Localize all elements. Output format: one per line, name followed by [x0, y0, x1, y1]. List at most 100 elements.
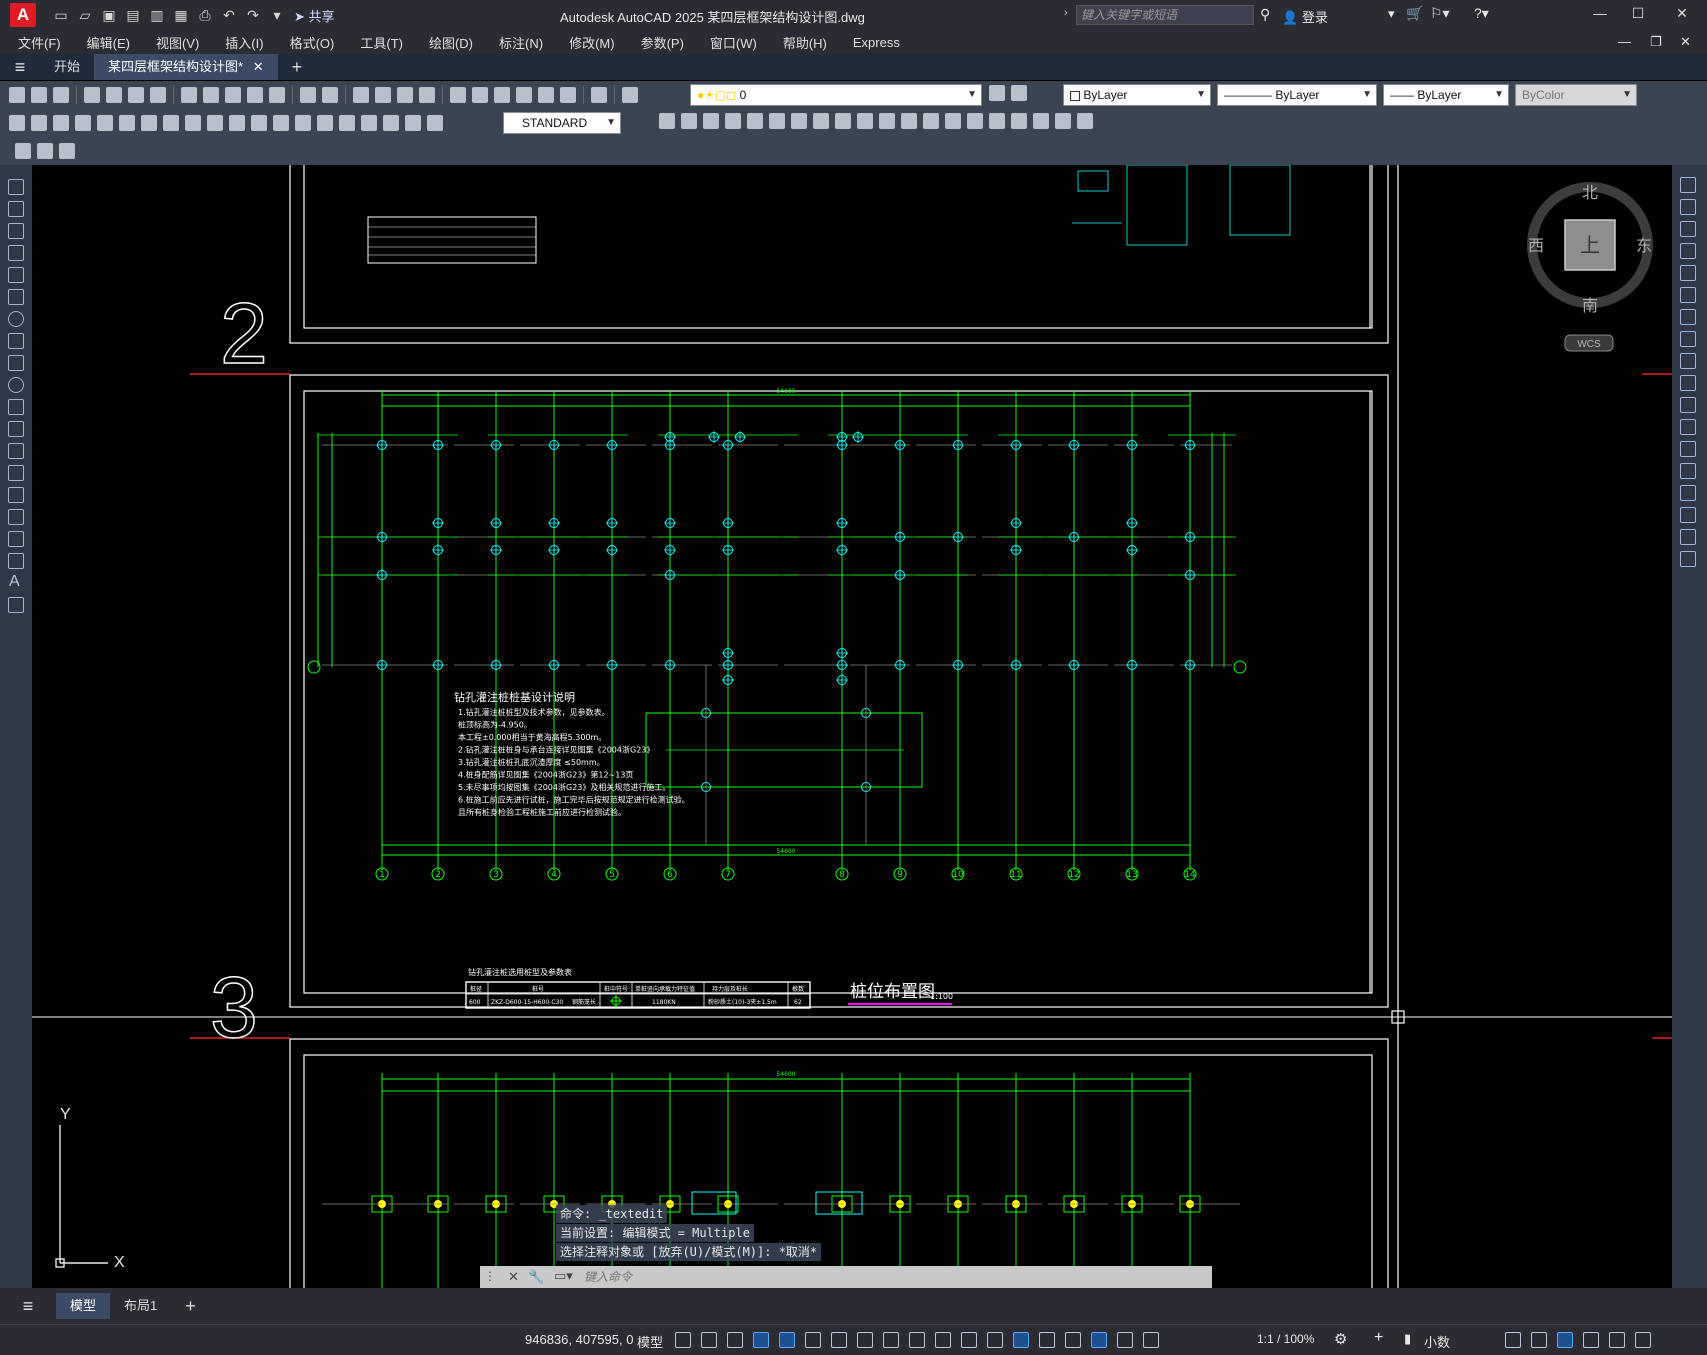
help-search-input[interactable]: 键入关键字或短语	[1076, 5, 1254, 25]
stretch-tool-icon[interactable]	[1680, 353, 1696, 369]
blend-icon[interactable]	[1680, 529, 1696, 545]
doc-restore-icon[interactable]: ❐	[1650, 34, 1662, 50]
dynamic-ucs-icon[interactable]	[1013, 1332, 1029, 1348]
customization-icon[interactable]	[1635, 1332, 1651, 1348]
calculator-icon[interactable]	[560, 87, 576, 103]
new-file-icon[interactable]: ▭	[52, 6, 70, 24]
command-line[interactable]: ⋮ ✕ 🔧 ▭▾	[480, 1266, 1212, 1288]
quick-dim-icon[interactable]	[185, 115, 201, 131]
recent-commands-icon[interactable]: ▭▾	[554, 1268, 573, 1284]
share-button[interactable]: ➤ 共享	[294, 6, 335, 25]
radius-dim-icon[interactable]	[97, 115, 113, 131]
login-button[interactable]: 👤 登录	[1282, 7, 1328, 26]
inspection-icon[interactable]	[339, 115, 355, 131]
break-tool-icon[interactable]	[1680, 441, 1696, 457]
dim-text-edit-icon[interactable]	[405, 115, 421, 131]
gradient-icon[interactable]	[8, 509, 24, 525]
plot-icon[interactable]	[84, 87, 100, 103]
stretch-icon[interactable]	[835, 113, 851, 129]
customize-icon[interactable]: 🔧	[528, 1269, 544, 1285]
scale-tool-icon[interactable]	[1680, 331, 1696, 347]
draworder-icon[interactable]	[1011, 113, 1027, 129]
region-icon[interactable]	[8, 531, 24, 547]
menu-dimension[interactable]: 标注(N)	[499, 33, 543, 52]
save-as-icon[interactable]: ▤	[124, 6, 142, 24]
maximize-icon[interactable]: ☐	[1628, 5, 1648, 22]
make-block-icon[interactable]	[8, 443, 24, 459]
file-tabs-menu-icon[interactable]: ≡	[0, 57, 40, 78]
polyline-icon[interactable]	[8, 223, 24, 239]
tab-model[interactable]: 模型	[56, 1293, 111, 1319]
aligned-dim-icon[interactable]	[31, 115, 47, 131]
plot-icon[interactable]: ⎙	[196, 6, 214, 24]
construction-line-icon[interactable]	[8, 201, 24, 217]
publish-icon[interactable]: ▥	[148, 6, 166, 24]
explode-tool-icon[interactable]	[1680, 551, 1696, 567]
open-icon[interactable]	[31, 87, 47, 103]
jogged-linear-icon[interactable]	[361, 115, 377, 131]
linear-dim-icon[interactable]	[9, 115, 25, 131]
3d-osnap-icon[interactable]	[987, 1332, 1003, 1348]
ordinate-dim-icon[interactable]	[75, 115, 91, 131]
add-selected-icon[interactable]	[8, 597, 24, 613]
erase-tool-icon[interactable]	[1680, 177, 1696, 193]
transparency-icon[interactable]	[935, 1332, 951, 1348]
diameter-dim-icon[interactable]	[141, 115, 157, 131]
spline-icon[interactable]	[8, 355, 24, 371]
point-icon[interactable]	[8, 465, 24, 481]
viewcube-south[interactable]: 南	[1582, 296, 1598, 315]
markup-icon[interactable]	[538, 87, 554, 103]
trim-icon[interactable]	[857, 113, 873, 129]
mirror-tool-icon[interactable]	[1680, 221, 1696, 237]
clean-screen-icon[interactable]	[1609, 1332, 1625, 1348]
rotate-icon[interactable]	[769, 113, 785, 129]
mirror-icon[interactable]	[681, 113, 697, 129]
viewcube-west[interactable]: 西	[1528, 236, 1544, 255]
angular-dim-icon[interactable]	[163, 115, 179, 131]
ellipse-icon[interactable]	[8, 377, 24, 393]
extend-icon[interactable]	[879, 113, 895, 129]
doc-minimize-icon[interactable]: —	[1618, 34, 1631, 49]
edit-polyline-icon[interactable]	[1077, 113, 1093, 129]
viewcube[interactable]: 上 北 南 东 西 WCS	[1527, 182, 1653, 352]
copy-icon[interactable]	[203, 87, 219, 103]
trim-tool-icon[interactable]	[1680, 375, 1696, 391]
selection-filter-icon[interactable]	[1039, 1332, 1055, 1348]
group-icon[interactable]	[1033, 113, 1049, 129]
center-mark-icon[interactable]	[317, 115, 333, 131]
jogged-dim-icon[interactable]	[119, 115, 135, 131]
multiline-text-icon[interactable]: A	[9, 573, 20, 591]
break-icon[interactable]	[901, 113, 917, 129]
tab-close-icon[interactable]: ✕	[253, 59, 264, 74]
viewcube-north[interactable]: 北	[1582, 183, 1598, 202]
doc-close-icon[interactable]: ✕	[1680, 34, 1691, 50]
dynamic-input-icon[interactable]	[753, 1332, 769, 1348]
quick-properties-icon[interactable]	[1505, 1332, 1521, 1348]
ortho-icon[interactable]	[779, 1332, 795, 1348]
make-current-icon[interactable]	[989, 85, 1005, 101]
drawing-canvas[interactable]: 2 3 1 2 3 4 5 6 7 8 9 10 11 12 13 14 54600 54600 54600 …	[32, 165, 1672, 1288]
publish-icon[interactable]	[128, 87, 144, 103]
tab-start[interactable]: 开始	[40, 54, 94, 80]
line-icon[interactable]	[8, 179, 24, 195]
arc-icon[interactable]	[8, 289, 24, 305]
baseline-dim-icon[interactable]	[207, 115, 223, 131]
tool-palettes-icon[interactable]	[494, 87, 510, 103]
menu-modify[interactable]: 修改(M)	[569, 33, 615, 52]
auto-scale-icon[interactable]	[1117, 1332, 1133, 1348]
grid-icon[interactable]	[675, 1332, 691, 1348]
extend-tool-icon[interactable]	[1680, 397, 1696, 413]
open-file-icon[interactable]: ▱	[76, 6, 94, 24]
annotation-scale-icon[interactable]	[1143, 1332, 1159, 1348]
layer-previous-icon[interactable]	[1011, 85, 1027, 101]
array-icon[interactable]	[725, 113, 741, 129]
explode-icon[interactable]	[989, 113, 1005, 129]
color-dropdown[interactable]: ByLayer ▼	[1063, 84, 1211, 106]
offset-icon[interactable]	[703, 113, 719, 129]
object-snap-icon[interactable]	[883, 1332, 899, 1348]
annotation-visibility-icon[interactable]	[1091, 1332, 1107, 1348]
search-expand-icon[interactable]: ›	[1064, 7, 1068, 19]
web-mobile-icon[interactable]: ▦	[172, 6, 190, 24]
circle-icon[interactable]	[8, 311, 24, 327]
plotstyle-dropdown[interactable]: ByColor ▼	[1515, 84, 1637, 106]
